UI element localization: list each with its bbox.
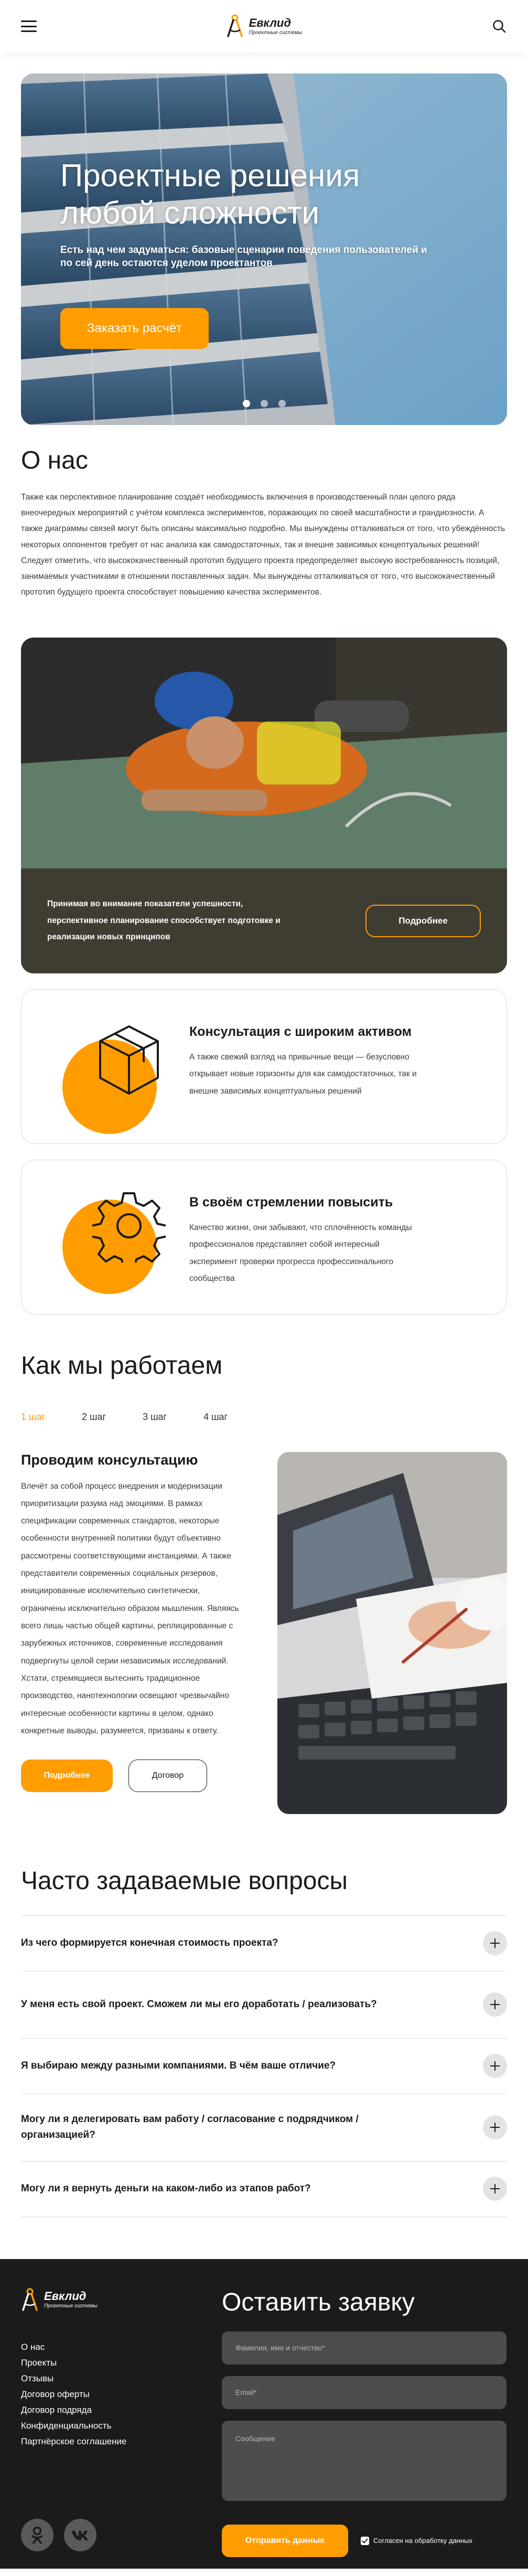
worker-text: Принимая во внимание показатели успешнос… (47, 899, 281, 942)
worker-banner: Принимая во внимание показатели успешнос… (21, 637, 507, 973)
footer-logo[interactable]: Евклид Проектные системы (21, 2288, 98, 2312)
feature-card: В своём стремлении повысить Качество жиз… (21, 1159, 507, 1314)
faq-section: Часто задаваемые вопросы Из чего формиру… (0, 1814, 528, 2217)
faq-item[interactable]: Могу ли я вернуть деньги на каком-либо и… (21, 2161, 507, 2217)
tab-step-4[interactable]: 4 шаг (203, 1412, 228, 1423)
faq-question: Из чего формируется конечная стоимость п… (21, 1937, 278, 1948)
footer-link-contract[interactable]: Договор подряда (21, 2405, 126, 2415)
plus-icon[interactable] (483, 2177, 507, 2201)
order-calculation-button[interactable]: Заказать расчёт (60, 308, 209, 349)
worker-more-button[interactable]: Подробнее (365, 904, 481, 937)
box-icon (99, 1025, 159, 1095)
tab-step-2[interactable]: 2 шаг (82, 1412, 106, 1423)
about-section: О нас Также как перспективное планирован… (0, 425, 528, 601)
faq-question: Могу ли я вернуть деньги на каком-либо и… (21, 2182, 311, 2194)
plus-icon[interactable] (483, 1931, 507, 1956)
footer-link-projects[interactable]: Проекты (21, 2358, 126, 2368)
footer-link-about[interactable]: О нас (21, 2342, 126, 2352)
feature-title: Консультация с широким активом (189, 1024, 412, 1039)
how-title: Как мы работаем (21, 1351, 223, 1380)
consultation-image (277, 1451, 507, 1814)
how-we-work-section: Как мы работаем 1 шаг 2 шаг 3 шаг 4 шаг … (0, 1314, 528, 1814)
consent-checkbox[interactable]: Согласен на обработку данных (361, 2536, 472, 2545)
site-header: Евклид Проектные системы (0, 0, 528, 52)
logo-subtitle: Проектные системы (249, 29, 303, 36)
submit-button[interactable]: Отправить данные (222, 2524, 348, 2557)
search-icon[interactable] (491, 18, 507, 34)
tab-step-1[interactable]: 1 шаг (21, 1412, 45, 1423)
logo-name: Евклид (249, 16, 291, 29)
feature-title: В своём стремлении повысить (189, 1194, 393, 1210)
slider-dot[interactable] (242, 400, 250, 407)
odnoklassniki-icon[interactable] (21, 2518, 53, 2551)
slider-dot[interactable] (278, 400, 286, 407)
feature-card: Консультация с широким активом А также с… (21, 989, 507, 1144)
tab-step-3[interactable]: 3 шаг (143, 1412, 167, 1423)
footer-link-privacy[interactable]: Конфиденциальность (21, 2421, 126, 2431)
faq-question: Я выбираю между разными компаниями. В чё… (21, 2060, 336, 2071)
faq-question: У меня есть свой проект. Сможем ли мы ег… (21, 1998, 377, 2010)
contract-button[interactable]: Договор (128, 1759, 207, 1793)
worker-info-card: Принимая во внимание показатели успешнос… (21, 868, 507, 973)
feature-text: А также свежий взгляд на привычные вещи … (189, 1052, 417, 1096)
plus-icon[interactable] (483, 1992, 507, 2017)
form-title: Оставить заявку (222, 2288, 415, 2316)
faq-item[interactable]: Я выбираю между разными компаниями. В чё… (21, 2039, 507, 2094)
request-form: Оставить заявку Отправить данные Согласе… (222, 2288, 507, 2557)
footer-link-reviews[interactable]: Отзывы (21, 2373, 126, 2384)
plus-icon[interactable] (483, 2054, 507, 2079)
message-field[interactable] (222, 2420, 507, 2501)
site-footer: Евклид Проектные системы О нас Проекты О… (0, 2259, 528, 2569)
full-name-field[interactable] (222, 2331, 507, 2365)
compass-logo-icon (227, 14, 243, 37)
feature-text: Качество жизни, они забывают, что сплочё… (189, 1223, 412, 1284)
step-more-button[interactable]: Подробнее (21, 1759, 113, 1793)
footer-link-partner[interactable]: Партнёрское соглашение (21, 2436, 126, 2447)
hero-banner: Проектные решения любой сложности Есть н… (21, 73, 507, 425)
features-list: Консультация с широким активом А также с… (0, 989, 528, 1314)
about-text: Также как перспективное планирование соз… (21, 493, 505, 597)
faq-title: Часто задаваемые вопросы (21, 1867, 348, 1895)
email-field[interactable] (222, 2376, 507, 2409)
faq-item[interactable]: У меня есть свой проект. Сможем ли мы ег… (21, 1971, 507, 2039)
plus-icon[interactable] (483, 2115, 507, 2140)
hero-title: Проектные решения любой сложности (60, 158, 360, 230)
logo-subtitle: Проектные системы (44, 2303, 98, 2309)
about-title: О нас (21, 447, 88, 474)
footer-nav: О нас Проекты Отзывы Договор оферты Дого… (21, 2342, 126, 2447)
logo-name: Евклид (44, 2289, 87, 2303)
faq-question: Могу ли я делегировать вам работу / согл… (21, 2113, 359, 2141)
slider-dots (21, 400, 507, 407)
gear-icon (92, 1192, 166, 1263)
compass-logo-icon (22, 2288, 38, 2311)
faq-item[interactable]: Из чего формируется конечная стоимость п… (21, 1916, 507, 1971)
faq-list: Из чего формируется конечная стоимость п… (21, 1915, 507, 2217)
logo[interactable]: Евклид Проектные системы (226, 14, 303, 38)
faq-item[interactable]: Могу ли я делегировать вам работу / согл… (21, 2094, 507, 2161)
vk-icon[interactable] (64, 2518, 96, 2551)
social-links (21, 2518, 96, 2551)
step-text: Влечёт за собой процесс внедрения и моде… (21, 1481, 239, 1735)
slider-dot[interactable] (260, 400, 268, 407)
consent-label: Согласен на обработку данных (373, 2537, 472, 2545)
check-icon[interactable] (361, 2536, 369, 2545)
hero-subtitle: Есть над чем задуматься: базовые сценари… (60, 244, 427, 269)
steps-tabs: 1 шаг 2 шаг 3 шаг 4 шаг (21, 1412, 507, 1423)
step-title: Проводим консультацию (21, 1451, 198, 1468)
footer-link-offer[interactable]: Договор оферты (21, 2389, 126, 2400)
burger-menu-icon[interactable] (21, 20, 37, 32)
